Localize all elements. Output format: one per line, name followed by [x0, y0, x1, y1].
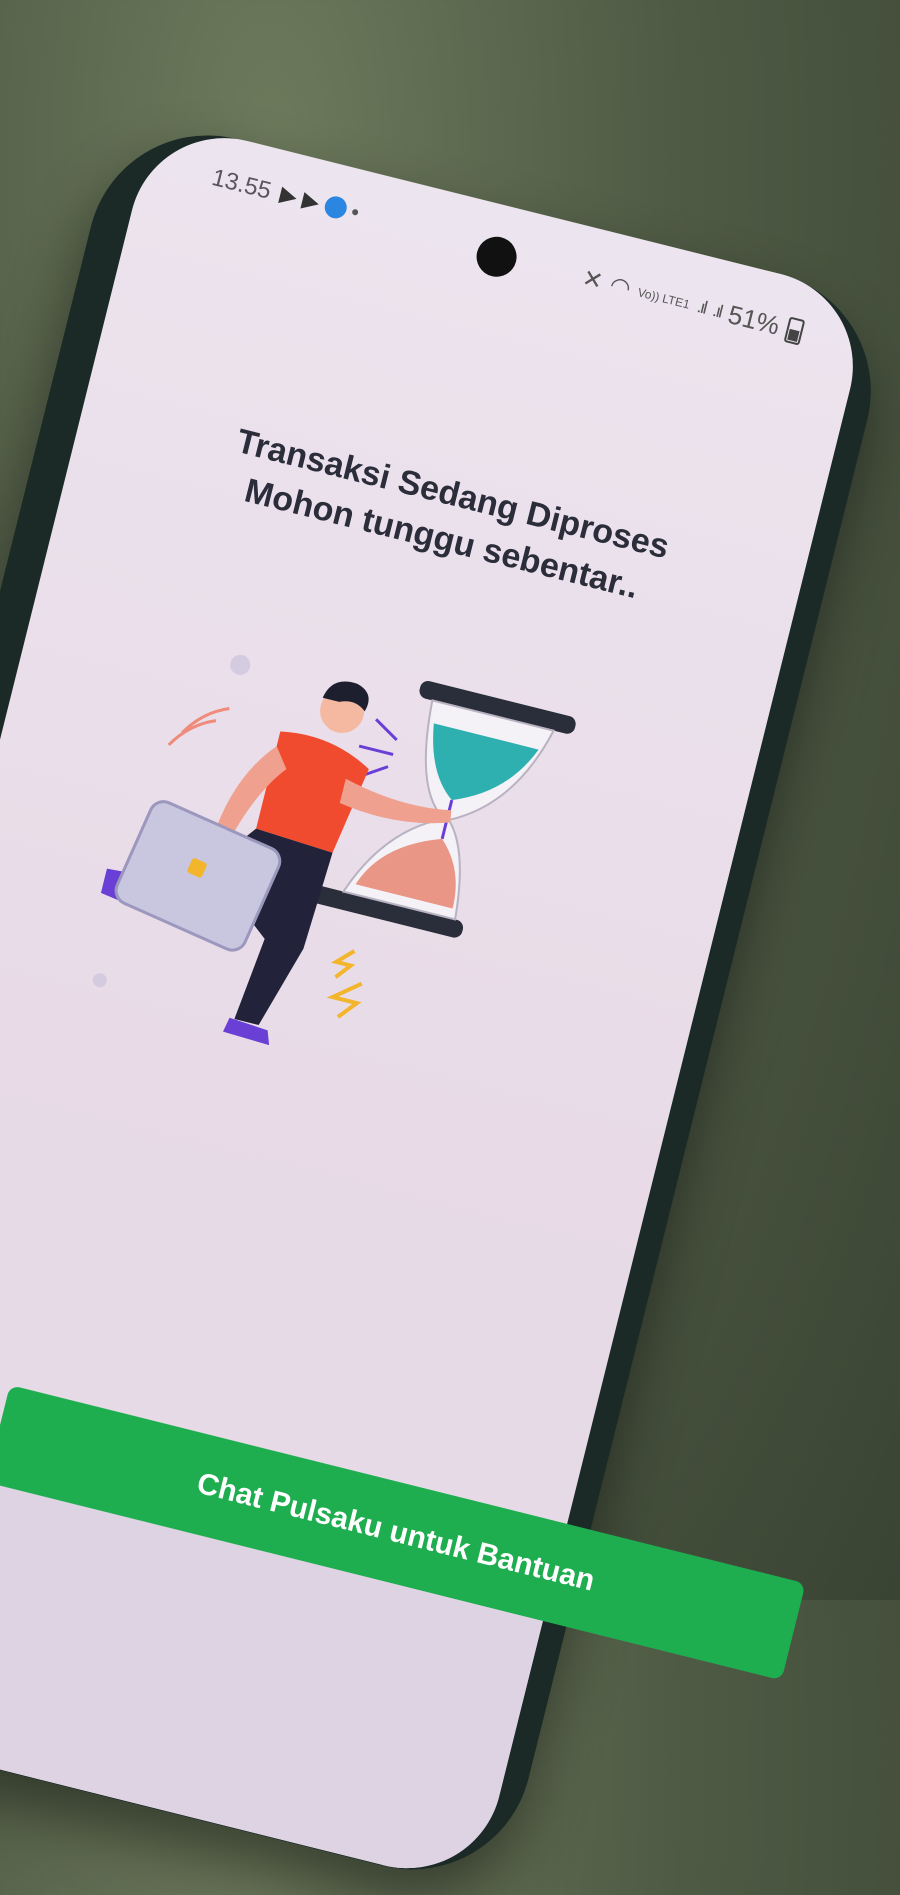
motion-lines-icon — [167, 707, 230, 747]
system-icons: ✕ ◠ Vo)) LTE1 .ıl .ıl 51% — [579, 263, 806, 348]
play-icon-2: ▶ — [299, 186, 323, 215]
more-notifications-icon — [351, 208, 359, 216]
status-bar: 13.55 ▶ ▶ ✕ ◠ Vo)) LTE1 .ıl .ıl 51% — [133, 118, 873, 384]
battery-icon — [783, 315, 806, 346]
decor-dot-2 — [92, 973, 107, 988]
lightning-icon-2 — [326, 981, 363, 1019]
lightning-icon — [331, 949, 356, 979]
photo-scene: 13.55 ▶ ▶ ✕ ◠ Vo)) LTE1 .ıl .ıl 51% Tran… — [0, 0, 900, 1895]
decor-dot — [230, 654, 251, 675]
volte-label: Vo)) LTE1 — [636, 284, 692, 312]
play-icon: ▶ — [277, 180, 301, 210]
signal-icon: .ıl — [695, 296, 708, 318]
waiting-illustration — [92, 654, 576, 1046]
processing-message: Transaksi Sedang Diproses Mohon tunggu s… — [126, 394, 769, 638]
app-notification-icon — [322, 194, 349, 221]
notification-icons: ▶ ▶ — [277, 181, 361, 226]
wifi-icon: ◠ — [606, 271, 634, 303]
battery-percent: 51% — [725, 299, 783, 341]
signal-icon-2: .ıl — [710, 300, 724, 322]
front-camera — [472, 232, 521, 282]
mute-icon: ✕ — [579, 264, 606, 296]
status-time: 13.55 — [209, 164, 274, 205]
